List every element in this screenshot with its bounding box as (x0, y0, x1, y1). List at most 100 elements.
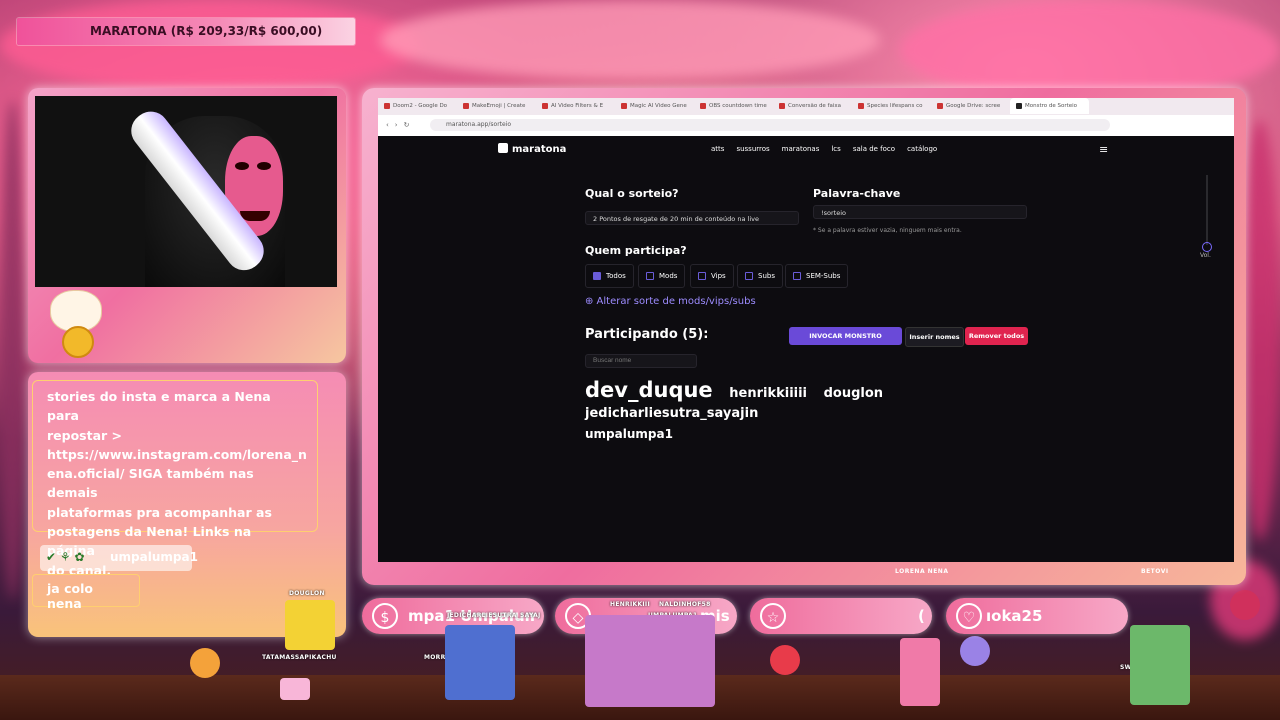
participant-name: jedicharliesutra_sayajin (585, 406, 759, 421)
browser-tab[interactable]: Species lifespans co (852, 98, 931, 114)
nav-item[interactable]: sala de foco (853, 145, 895, 153)
checkbox (698, 272, 706, 280)
pikachu-sprite (285, 600, 335, 650)
tab-label: MakeEmoji | Create (472, 103, 526, 109)
tab-favicon (384, 103, 390, 109)
alterar-sorte-link[interactable]: ⊕ Alterar sorte de mods/vips/subs (585, 296, 756, 307)
tab-label: Doom2 - Google Do (393, 103, 448, 109)
fighters-sprite (585, 615, 715, 707)
option-label: SEM-Subs (806, 272, 841, 280)
user-badges: ✔ ⚘ ✿ (46, 550, 85, 564)
nav-item[interactable]: maratonas (782, 145, 820, 153)
sprite-label: DOUGLON (289, 590, 325, 597)
browser-tab-active[interactable]: Monstro de Sorteio (1010, 98, 1089, 114)
tab-favicon (779, 103, 785, 109)
sprite-label: NALDINHOF58 (659, 601, 711, 608)
option-label: Mods (659, 272, 678, 280)
flower-decoration (960, 636, 990, 666)
marathon-goal-bar: MARATONA (R$ 209,33/R$ 600,00) (17, 18, 355, 45)
webcam-feed (35, 96, 337, 287)
browser-tab[interactable]: Doom2 - Google Do (378, 98, 457, 114)
flower-decoration (770, 645, 800, 675)
checkbox (793, 272, 801, 280)
alert-follow: ☆ ( (750, 598, 932, 634)
inserir-nomes-button[interactable]: Inserir nomes (905, 327, 964, 347)
browser-tab[interactable]: Google Drive: scree (931, 98, 1010, 114)
option-todos[interactable]: Todos (585, 264, 634, 288)
address-bar-row: ‹›↻ maratona.app/sorteio (378, 115, 1234, 136)
option-vips[interactable]: Vips (690, 264, 734, 288)
invocar-monstro-button[interactable]: INVOCAR MONSTRO (789, 327, 902, 345)
chat-username: umpalumpa1 (110, 550, 198, 564)
participant-name: henrikkiiiii (729, 386, 808, 401)
tab-favicon (700, 103, 706, 109)
option-sem-subs[interactable]: SEM-Subs (785, 264, 849, 288)
url-field[interactable]: maratona.app/sorteio (430, 119, 1110, 131)
tab-label: Monstro de Sorteio (1025, 103, 1078, 109)
nav-item[interactable]: catálogo (907, 145, 937, 153)
tab-label: Species lifespans co (867, 103, 923, 109)
star-icon: ☆ (760, 603, 786, 629)
participant-name: umpalumpa1 (585, 427, 673, 441)
nav-item[interactable]: sussurros (736, 145, 769, 153)
tab-label: AI Video Filters & E (551, 103, 604, 109)
palavra-input[interactable]: !sorteio (813, 205, 1027, 219)
tab-favicon (858, 103, 864, 109)
checkbox (646, 272, 654, 280)
warrior-sprite (1130, 625, 1190, 705)
participant-name: douglon (823, 386, 884, 401)
tab-favicon (1016, 103, 1022, 109)
nav-buttons[interactable]: ‹›↻ (386, 121, 415, 129)
chat-user-tag: ✔ ⚘ ✿ umpalumpa1 (40, 545, 198, 571)
browser-tab[interactable]: Magic AI Video Gene (615, 98, 694, 114)
tab-strip: Doom2 - Google Do MakeEmoji | Create AI … (378, 98, 1234, 114)
overlay-tag-left: LORENA NENA (895, 568, 949, 575)
chat-line: ena.oficial/ SIGA também nas demais (47, 466, 254, 501)
checkbox (593, 272, 601, 280)
chat-line: stories do insta e marca a Nena para (47, 389, 271, 424)
volume-knob[interactable] (1202, 242, 1212, 252)
browser-tab[interactable]: Conversão de faixa (773, 98, 852, 114)
option-label: Subs (758, 272, 775, 280)
option-label: Vips (711, 272, 726, 280)
alert-cheer: ♡ ıoka25 (946, 598, 1128, 634)
browser-tab[interactable]: AI Video Filters & E (536, 98, 615, 114)
logo-icon (498, 143, 508, 153)
participant-name: dev_duque (585, 378, 713, 402)
option-subs[interactable]: Subs (737, 264, 783, 288)
remover-todos-button[interactable]: Remover todos (965, 327, 1028, 345)
tab-label: Magic AI Video Gene (630, 103, 687, 109)
flower-decoration (1230, 590, 1260, 620)
participants-list: dev_duque henrikkiiiii douglon jedicharl… (585, 378, 1035, 442)
sprite-label: TATAMASSAPIKACHU (262, 654, 337, 661)
cat-coin (62, 326, 94, 358)
sprite-label: HENRIKKIII (610, 601, 650, 608)
browser-tab[interactable]: MakeEmoji | Create (457, 98, 536, 114)
checkbox (745, 272, 753, 280)
quem-label: Quem participa? (585, 244, 687, 257)
palavra-hint: * Se a palavra estiver vazia, ninguem ma… (813, 227, 962, 234)
option-mods[interactable]: Mods (638, 264, 686, 288)
sorteio-label: Qual o sorteio? (585, 187, 679, 200)
nav-item[interactable]: atts (711, 145, 724, 153)
top-nav: atts sussurros maratonas lcs sala de foc… (711, 145, 937, 153)
tab-favicon (463, 103, 469, 109)
tab-label: OBS countdown time (709, 103, 767, 109)
buscar-nome-input[interactable] (585, 354, 697, 368)
logo-text: maratona (512, 144, 567, 155)
tab-favicon (542, 103, 548, 109)
sorteio-input[interactable]: 2 Pontos de resgate de 20 min de conteúd… (585, 211, 799, 225)
nav-item[interactable]: lcs (831, 145, 840, 153)
tab-label: Google Drive: scree (946, 103, 1001, 109)
tab-favicon (937, 103, 943, 109)
volume-track (1206, 175, 1208, 245)
goal-label: MARATONA (R$ 209,33/R$ 600,00) (90, 24, 323, 38)
menu-icon[interactable]: ≡ (1099, 143, 1108, 156)
dollar-icon: $ (372, 603, 398, 629)
volume-slider[interactable]: Vol. (1200, 170, 1214, 260)
site-logo[interactable]: maratona (498, 143, 566, 155)
browser-chrome: Doom2 - Google Do MakeEmoji | Create AI … (378, 98, 1234, 136)
alert-text: ( (918, 607, 925, 625)
browser-tab[interactable]: OBS countdown time (694, 98, 773, 114)
alert-text: ıoka25 (986, 607, 1043, 625)
